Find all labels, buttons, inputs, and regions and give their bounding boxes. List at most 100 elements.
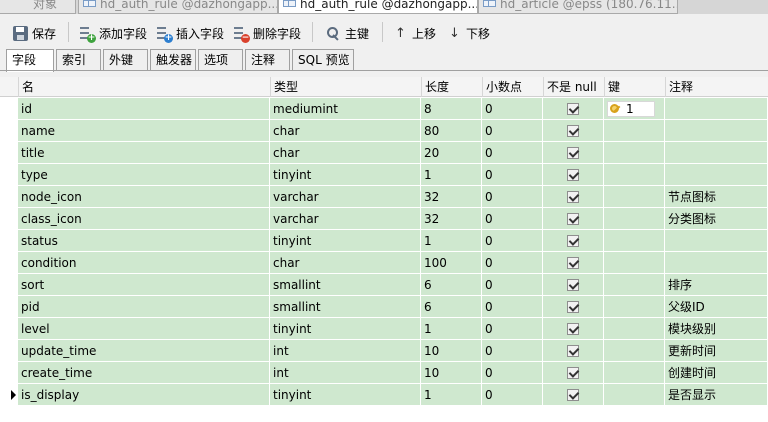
cell-not-null[interactable] bbox=[543, 362, 604, 384]
save-button[interactable]: 保存 bbox=[13, 24, 56, 42]
cell-key[interactable] bbox=[604, 142, 665, 164]
cell-name[interactable]: level bbox=[18, 318, 270, 340]
cell-name[interactable]: update_time bbox=[18, 340, 270, 362]
not-null-checkbox[interactable] bbox=[567, 235, 579, 247]
cell-not-null[interactable] bbox=[543, 340, 604, 362]
cell-comment[interactable] bbox=[665, 120, 768, 142]
cell-comment[interactable] bbox=[665, 164, 768, 186]
table-row[interactable]: is_display tinyint 1 0 是否显示 bbox=[0, 384, 768, 406]
cell-not-null[interactable] bbox=[543, 230, 604, 252]
cell-decimals[interactable]: 0 bbox=[482, 384, 543, 406]
tab-options[interactable]: 选项 bbox=[198, 49, 243, 71]
table-row[interactable]: name char 80 0 bbox=[0, 120, 768, 142]
cell-length[interactable]: 6 bbox=[421, 274, 482, 296]
cell-comment[interactable] bbox=[665, 98, 768, 120]
primary-key-button[interactable]: 主键 bbox=[326, 24, 369, 42]
cell-type[interactable]: tinyint bbox=[270, 384, 421, 406]
cell-comment[interactable] bbox=[665, 142, 768, 164]
cell-length[interactable]: 32 bbox=[421, 208, 482, 230]
table-row[interactable]: class_icon varchar 32 0 分类图标 bbox=[0, 208, 768, 230]
cell-decimals[interactable]: 0 bbox=[482, 208, 543, 230]
cell-type[interactable]: smallint bbox=[270, 296, 421, 318]
cell-comment[interactable]: 创建时间 bbox=[665, 362, 768, 384]
cell-key[interactable]: 1 bbox=[604, 98, 665, 120]
table-row[interactable]: node_icon varchar 32 0 节点图标 bbox=[0, 186, 768, 208]
column-header-key[interactable]: 键 bbox=[604, 77, 665, 97]
tab-article[interactable]: hd_article @epss (180.76.11... bbox=[478, 0, 678, 14]
cell-key[interactable] bbox=[604, 296, 665, 318]
cell-comment[interactable] bbox=[665, 230, 768, 252]
cell-comment[interactable]: 排序 bbox=[665, 274, 768, 296]
cell-length[interactable]: 10 bbox=[421, 340, 482, 362]
table-row[interactable]: level tinyint 1 0 模块级别 bbox=[0, 318, 768, 340]
cell-comment[interactable]: 是否显示 bbox=[665, 384, 768, 406]
not-null-checkbox[interactable] bbox=[567, 389, 579, 401]
cell-decimals[interactable]: 0 bbox=[482, 362, 543, 384]
cell-decimals[interactable]: 0 bbox=[482, 120, 543, 142]
not-null-checkbox[interactable] bbox=[567, 257, 579, 269]
cell-length[interactable]: 10 bbox=[421, 362, 482, 384]
cell-name[interactable]: is_display bbox=[18, 384, 270, 406]
cell-length[interactable]: 80 bbox=[421, 120, 482, 142]
tab-triggers[interactable]: 触发器 bbox=[150, 49, 196, 71]
cell-not-null[interactable] bbox=[543, 318, 604, 340]
cell-not-null[interactable] bbox=[543, 98, 604, 120]
table-row[interactable]: pid smallint 6 0 父级ID bbox=[0, 296, 768, 318]
cell-comment[interactable]: 更新时间 bbox=[665, 340, 768, 362]
cell-key[interactable] bbox=[604, 274, 665, 296]
cell-type[interactable]: int bbox=[270, 362, 421, 384]
cell-not-null[interactable] bbox=[543, 186, 604, 208]
cell-length[interactable]: 100 bbox=[421, 252, 482, 274]
cell-not-null[interactable] bbox=[543, 142, 604, 164]
table-row[interactable]: title char 20 0 bbox=[0, 142, 768, 164]
cell-name[interactable]: node_icon bbox=[18, 186, 270, 208]
cell-name[interactable]: sort bbox=[18, 274, 270, 296]
cell-key[interactable] bbox=[604, 186, 665, 208]
table-row[interactable]: update_time int 10 0 更新时间 bbox=[0, 340, 768, 362]
cell-length[interactable]: 8 bbox=[421, 98, 482, 120]
cell-name[interactable]: title bbox=[18, 142, 270, 164]
cell-decimals[interactable]: 0 bbox=[482, 186, 543, 208]
cell-name[interactable]: id bbox=[18, 98, 270, 120]
cell-type[interactable]: tinyint bbox=[270, 318, 421, 340]
table-row[interactable]: condition char 100 0 bbox=[0, 252, 768, 274]
cell-type[interactable]: int bbox=[270, 340, 421, 362]
cell-decimals[interactable]: 0 bbox=[482, 318, 543, 340]
table-row[interactable]: type tinyint 1 0 bbox=[0, 164, 768, 186]
tab-foreign-keys[interactable]: 外键 bbox=[103, 49, 148, 71]
cell-comment[interactable]: 模块级别 bbox=[665, 318, 768, 340]
cell-not-null[interactable] bbox=[543, 164, 604, 186]
cell-type[interactable]: varchar bbox=[270, 208, 421, 230]
tab-indexes[interactable]: 索引 bbox=[56, 49, 101, 71]
cell-key[interactable] bbox=[604, 230, 665, 252]
cell-decimals[interactable]: 0 bbox=[482, 98, 543, 120]
cell-type[interactable]: char bbox=[270, 120, 421, 142]
not-null-checkbox[interactable] bbox=[567, 169, 579, 181]
column-header-length[interactable]: 长度 bbox=[421, 77, 482, 97]
cell-not-null[interactable] bbox=[543, 120, 604, 142]
column-header-name[interactable]: 名 bbox=[18, 77, 270, 97]
move-down-button[interactable]: ↓ 下移 bbox=[447, 24, 490, 42]
cell-not-null[interactable] bbox=[543, 296, 604, 318]
cell-key[interactable] bbox=[604, 384, 665, 406]
cell-length[interactable]: 1 bbox=[421, 318, 482, 340]
cell-not-null[interactable] bbox=[543, 384, 604, 406]
not-null-checkbox[interactable] bbox=[567, 345, 579, 357]
cell-name[interactable]: condition bbox=[18, 252, 270, 274]
cell-decimals[interactable]: 0 bbox=[482, 296, 543, 318]
cell-not-null[interactable] bbox=[543, 274, 604, 296]
tab-sql-preview[interactable]: SQL 预览 bbox=[292, 49, 354, 71]
not-null-checkbox[interactable] bbox=[567, 125, 579, 137]
cell-type[interactable]: char bbox=[270, 252, 421, 274]
column-header-decimals[interactable]: 小数点 bbox=[482, 77, 543, 97]
cell-comment[interactable]: 分类图标 bbox=[665, 208, 768, 230]
cell-type[interactable]: varchar bbox=[270, 186, 421, 208]
cell-name[interactable]: type bbox=[18, 164, 270, 186]
cell-length[interactable]: 1 bbox=[421, 384, 482, 406]
tab-auth-rule-2[interactable]: hd_auth_rule @dazhongapp... bbox=[278, 0, 478, 14]
tab-objects[interactable]: 对象 bbox=[0, 0, 76, 14]
cell-key[interactable] bbox=[604, 318, 665, 340]
not-null-checkbox[interactable] bbox=[567, 147, 579, 159]
insert-field-button[interactable]: 插入字段 bbox=[157, 24, 224, 43]
cell-key[interactable] bbox=[604, 208, 665, 230]
